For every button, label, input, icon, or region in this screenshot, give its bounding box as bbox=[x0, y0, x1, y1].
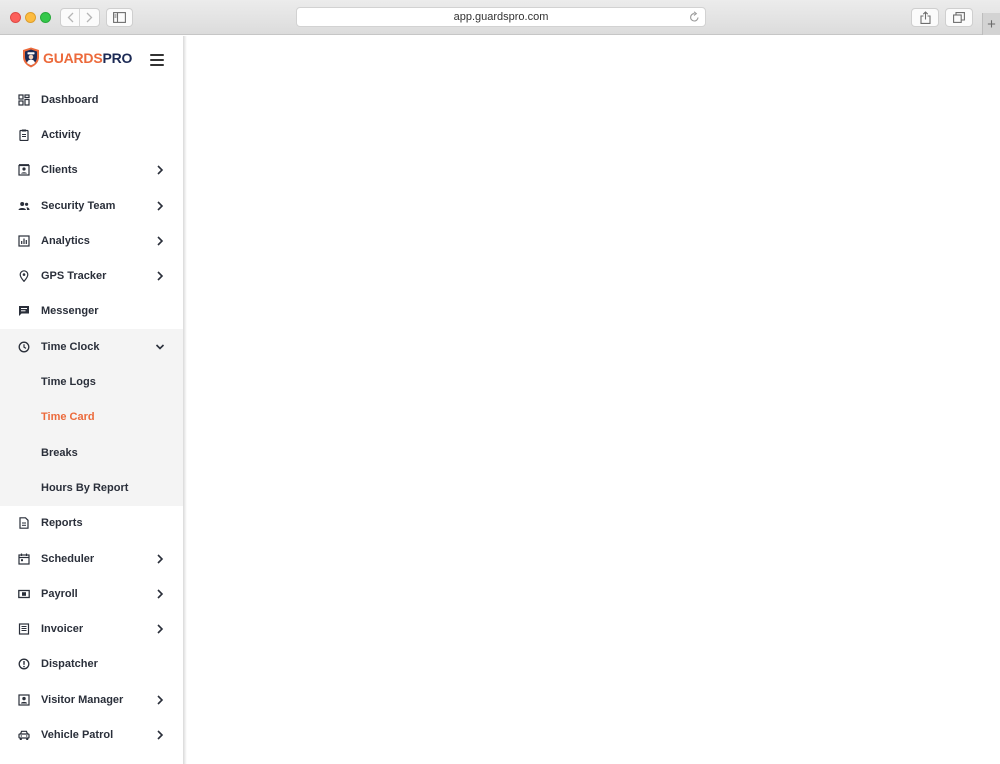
brand-header: GUARDSPRO bbox=[0, 36, 183, 82]
sidebar-subitem-label: Time Logs bbox=[41, 376, 96, 389]
share-button[interactable] bbox=[911, 8, 939, 27]
sidebar-item-label: Clients bbox=[41, 164, 78, 177]
chevron-right-icon bbox=[157, 200, 164, 211]
sidebar-subitem-hours-by-report[interactable]: Hours By Report bbox=[0, 470, 183, 505]
sidebar-item-vehicle-patrol[interactable]: Vehicle Patrol bbox=[0, 717, 183, 752]
back-button[interactable] bbox=[61, 9, 81, 26]
sidebar-icon bbox=[113, 12, 126, 23]
reload-icon[interactable] bbox=[689, 11, 700, 23]
location-pin-icon bbox=[19, 270, 29, 283]
sidebar-subitem-time-card[interactable]: Time Card bbox=[0, 400, 183, 435]
history-nav bbox=[60, 8, 100, 27]
chevron-right-icon bbox=[157, 695, 164, 705]
show-tabs-button[interactable] bbox=[945, 8, 973, 27]
sidebar-item-label: Security Team bbox=[41, 199, 116, 212]
sidebar-item-label: Activity bbox=[41, 128, 81, 141]
time-clock-submenu: Time Logs Time Card Breaks Hours By Repo… bbox=[0, 364, 183, 506]
sidebar-menu: Dashboard Activity Clients Security Team… bbox=[0, 82, 183, 753]
sidebar-item-label: Scheduler bbox=[41, 552, 95, 565]
sidebar-item-label: Reports bbox=[41, 517, 83, 530]
zoom-window-button[interactable] bbox=[40, 12, 51, 23]
forward-icon bbox=[86, 12, 93, 23]
back-icon bbox=[67, 12, 73, 23]
sidebar-item-activity[interactable]: Activity bbox=[0, 117, 183, 152]
calendar-icon bbox=[18, 553, 30, 565]
sidebar-item-label: Invoicer bbox=[41, 623, 84, 636]
minimize-window-button[interactable] bbox=[25, 12, 36, 23]
sidebar-subitem-label: Breaks bbox=[41, 446, 78, 459]
chevron-right-icon bbox=[157, 589, 164, 599]
invoice-icon bbox=[18, 623, 30, 635]
guard-shield-logo-icon bbox=[23, 47, 39, 68]
sidebar-item-gps-tracker[interactable]: GPS Tracker bbox=[0, 258, 183, 293]
sidebar-item-security-team[interactable]: Security Team bbox=[0, 188, 183, 223]
sidebar-item-label: Dispatcher bbox=[41, 658, 98, 671]
chevron-right-icon bbox=[157, 730, 164, 740]
sidebar-item-time-clock[interactable]: Time Clock bbox=[0, 329, 183, 365]
browser-sidebar-button[interactable] bbox=[106, 8, 133, 27]
car-icon bbox=[18, 730, 30, 740]
sidebar-item-analytics[interactable]: Analytics bbox=[0, 223, 183, 258]
dashboard-icon bbox=[18, 94, 30, 106]
chevron-down-icon bbox=[155, 344, 165, 350]
sidebar-item-label: Messenger bbox=[41, 305, 99, 318]
chevron-right-icon bbox=[157, 165, 164, 175]
sidebar-item-visitor-manager[interactable]: Visitor Manager bbox=[0, 682, 183, 717]
sidebar-subitem-breaks[interactable]: Breaks bbox=[0, 435, 183, 470]
sidebar-subitem-time-logs[interactable]: Time Logs bbox=[0, 364, 183, 399]
sidebar-item-label: Dashboard bbox=[41, 93, 99, 106]
brand-name[interactable]: GUARDSPRO bbox=[43, 50, 132, 66]
people-icon bbox=[18, 201, 30, 210]
sidebar-item-clients[interactable]: Clients bbox=[0, 153, 183, 188]
sidebar-item-reports[interactable]: Reports bbox=[0, 506, 183, 541]
app-sidebar: GUARDSPRO Dashboard Activity Clients Sec… bbox=[0, 36, 183, 764]
sidebar-item-invoicer[interactable]: Invoicer bbox=[0, 611, 183, 646]
share-icon bbox=[919, 11, 931, 24]
sidebar-item-dispatcher[interactable]: Dispatcher bbox=[0, 647, 183, 682]
report-icon bbox=[19, 517, 29, 530]
sidebar-item-label: GPS Tracker bbox=[41, 270, 107, 283]
sidebar-item-scheduler[interactable]: Scheduler bbox=[0, 541, 183, 576]
sidebar-subitem-label: Time Card bbox=[41, 411, 95, 424]
address-bar[interactable]: app.guardspro.com bbox=[296, 7, 706, 27]
client-card-icon bbox=[18, 164, 30, 176]
main-content-area bbox=[187, 36, 1000, 764]
url-text: app.guardspro.com bbox=[453, 11, 549, 23]
chevron-right-icon bbox=[157, 553, 164, 564]
clipboard-icon bbox=[19, 129, 29, 141]
chevron-right-icon bbox=[157, 236, 164, 246]
clock-icon bbox=[18, 341, 30, 353]
analytics-icon bbox=[18, 235, 30, 247]
browser-toolbar: app.guardspro.com + bbox=[0, 0, 1000, 35]
forward-button[interactable] bbox=[80, 9, 99, 26]
sidebar-item-label: Payroll bbox=[41, 587, 78, 600]
dispatcher-icon bbox=[18, 658, 30, 670]
sidebar-item-label: Vehicle Patrol bbox=[41, 728, 114, 741]
sidebar-item-messenger[interactable]: Messenger bbox=[0, 294, 183, 329]
message-icon bbox=[19, 306, 29, 317]
sidebar-item-dashboard[interactable]: Dashboard bbox=[0, 82, 183, 117]
sidebar-item-label: Analytics bbox=[41, 234, 90, 247]
sidebar-item-payroll[interactable]: Payroll bbox=[0, 576, 183, 611]
chevron-right-icon bbox=[157, 624, 164, 634]
visitor-icon bbox=[18, 694, 30, 706]
payroll-icon bbox=[18, 589, 30, 598]
chevron-right-icon bbox=[157, 271, 164, 281]
menu-toggle-icon[interactable] bbox=[150, 54, 164, 66]
sidebar-item-label: Visitor Manager bbox=[41, 693, 124, 706]
close-window-button[interactable] bbox=[10, 12, 21, 23]
sidebar-item-label: Time Clock bbox=[41, 340, 100, 353]
new-tab-button[interactable]: + bbox=[982, 13, 1000, 35]
tabs-icon bbox=[953, 12, 965, 23]
sidebar-subitem-label: Hours By Report bbox=[41, 481, 129, 494]
